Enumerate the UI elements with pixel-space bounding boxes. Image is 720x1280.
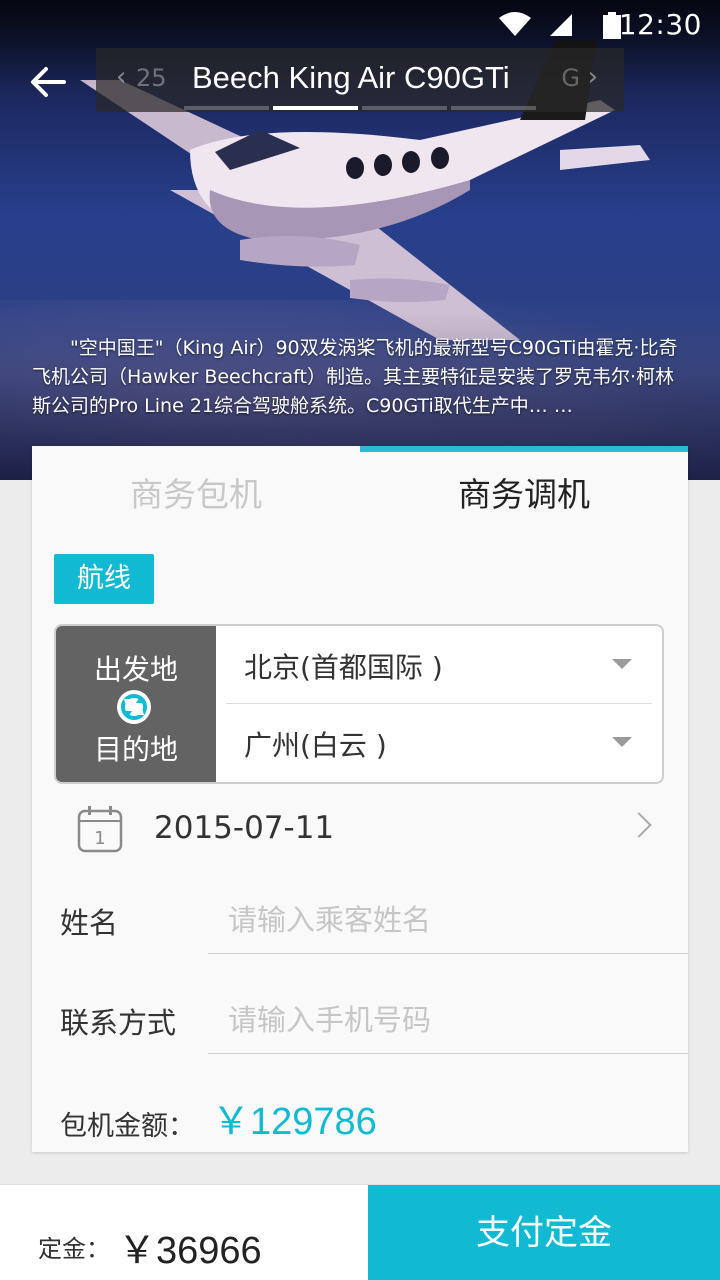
calendar-icon: 1 (77, 806, 123, 853)
booking-card: 商务包机 商务调机 航线 出发地 目的地 北京(首都国际 ) 广州(白云 ) 1… (32, 446, 688, 1152)
destination-select[interactable]: 广州(白云 ) (216, 704, 662, 782)
contact-label: 联系方式 (60, 1006, 177, 1040)
phone-input[interactable] (208, 986, 688, 1054)
aircraft-title-bar: ‹ 25 Beech King Air C90GTi G › (96, 48, 624, 112)
calendar-day: 1 (94, 828, 105, 849)
route-badge: 航线 (54, 554, 154, 604)
back-arrow-icon[interactable] (26, 60, 70, 104)
route-labels: 出发地 目的地 (56, 626, 216, 782)
page-indicator (362, 106, 447, 110)
next-aircraft-hint: G (561, 64, 580, 92)
status-bar: 12:30 (0, 0, 720, 48)
departure-label: 出发地 (93, 653, 178, 686)
dropdown-arrow-icon (612, 737, 632, 747)
destination-city: 广州(白云 ) (244, 729, 387, 762)
pay-deposit-button[interactable]: 支付定金 (368, 1185, 720, 1280)
wifi-icon (499, 12, 531, 36)
date-picker-row[interactable]: 1 2015-07-11 (32, 796, 688, 866)
dropdown-arrow-icon (612, 659, 632, 669)
prev-aircraft-hint: 25 (136, 64, 167, 92)
passenger-name-label: 姓名 (60, 906, 119, 940)
signal-icon (550, 14, 572, 36)
deposit-label: 定金： (38, 1235, 110, 1263)
passenger-name-input[interactable] (208, 886, 688, 954)
destination-label: 目的地 (93, 733, 178, 766)
charter-amount-value: ￥129786 (212, 1101, 377, 1143)
page-indicators (184, 106, 536, 110)
contact-row: 联系方式 (32, 966, 688, 1066)
tab-bar: 商务包机 商务调机 (32, 446, 688, 532)
next-aircraft-icon[interactable]: › (588, 62, 598, 92)
page-indicator (451, 106, 536, 110)
page-indicator (184, 106, 269, 110)
chevron-right-icon (626, 812, 652, 838)
tab-business-repositioning[interactable]: 商务调机 (360, 446, 688, 532)
status-time: 12:30 (618, 8, 702, 41)
departure-city: 北京(首都国际 ) (244, 651, 443, 684)
passenger-name-row: 姓名 (32, 866, 688, 966)
hero-image: 12:30 ‹ 25 Beech King Air C90GTi G › "空中… (0, 0, 720, 480)
route-selector: 出发地 目的地 北京(首都国际 ) 广州(白云 ) (54, 624, 664, 784)
selected-date: 2015-07-11 (154, 810, 335, 846)
page-indicator-active (273, 106, 358, 110)
departure-select[interactable]: 北京(首都国际 ) (226, 626, 652, 704)
deposit-amount: ￥36966 (118, 1230, 262, 1272)
charter-amount-label: 包机金额： (60, 1111, 195, 1142)
aircraft-title: Beech King Air C90GTi (192, 60, 510, 95)
bottom-bar: 定金： ￥36966 支付定金 (0, 1184, 720, 1280)
charter-amount-row: 包机金额： ￥129786 (32, 1086, 688, 1146)
swap-icon[interactable] (116, 689, 152, 725)
prev-aircraft-icon[interactable]: ‹ (116, 62, 126, 92)
tab-business-charter[interactable]: 商务包机 (32, 446, 360, 532)
aircraft-description[interactable]: "空中国王"（King Air）90双发涡桨飞机的最新型号C90GTi由霍克·比… (32, 334, 692, 421)
